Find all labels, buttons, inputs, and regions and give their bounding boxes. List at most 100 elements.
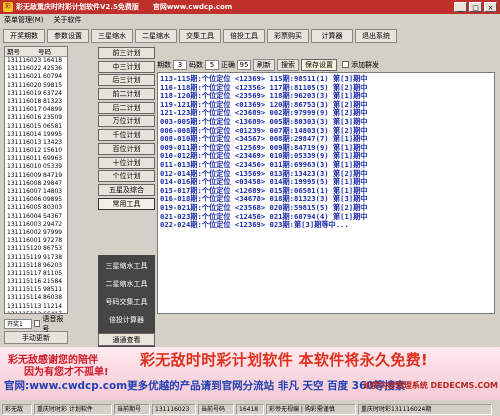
list-item[interactable]: 131116012 15610 xyxy=(5,147,67,155)
list-item[interactable]: 131115113 11214 xyxy=(5,303,67,311)
close-button[interactable]: × xyxy=(484,2,497,12)
menu-about[interactable]: 关于软件 xyxy=(54,15,82,25)
view-all-button[interactable]: 通通查看 xyxy=(98,333,155,346)
plan-button[interactable]: 中三计划 xyxy=(98,60,155,73)
codes-input[interactable]: 5 xyxy=(205,59,219,70)
list-item[interactable]: 131116019 63724 xyxy=(5,90,67,98)
maximize-button[interactable]: □ xyxy=(469,2,482,12)
list-item[interactable]: 131116008 29847 xyxy=(5,180,67,188)
header-number: 号码 xyxy=(38,48,51,56)
list-item[interactable]: 131116013 13423 xyxy=(5,139,67,147)
toolbar-three-star-filter-button[interactable]: 三星缩水 xyxy=(91,28,133,43)
toolbar-two-star-filter-button[interactable]: 二星缩水 xyxy=(135,28,177,43)
toolbar-calculator-button[interactable]: 计算器 xyxy=(311,28,353,43)
plan-button[interactable]: 十位计划 xyxy=(98,156,155,169)
plan-button[interactable]: 五星及综合 xyxy=(98,183,155,196)
list-item[interactable]: 131116021 60794 xyxy=(5,73,67,81)
status-bar: 彩无敌 重庆时时彩 计划软件 当前期号 131116023 当前号码 16418… xyxy=(0,402,500,416)
voice-checkbox[interactable] xyxy=(33,320,41,327)
status-current-number: 16418 xyxy=(236,403,264,415)
list-item-period: 131116019 xyxy=(7,89,42,97)
list-item[interactable]: 131116003 29472 xyxy=(5,221,67,229)
plan-button[interactable]: 个位计划 xyxy=(98,170,155,183)
periods-input[interactable]: 3 xyxy=(173,59,187,70)
refresh-button[interactable]: 刷新 xyxy=(253,58,275,71)
plan-button[interactable]: 前二计划 xyxy=(98,88,155,101)
multiplier-calculator-button[interactable]: 倍投计算器 xyxy=(100,313,153,327)
draw-history-panel: 期号 号码 131116023 16418 131116022 42536 131116… xyxy=(4,46,68,316)
list-item[interactable]: 131116018 81323 xyxy=(5,98,67,106)
plan-button[interactable]: 后三计划 xyxy=(98,74,155,87)
website-link[interactable]: 官网:www.cwdcp.com更多优越的产品请到官网分流站 非凡 天空 百度 … xyxy=(4,378,405,393)
toolbar-settings-button[interactable]: 参数设置 xyxy=(47,28,89,43)
toolbar-buy-lottery-button[interactable]: 彩票购买 xyxy=(267,28,309,43)
list-item-period: 131115120 xyxy=(7,245,42,253)
list-item[interactable]: 131116002 97999 xyxy=(5,229,67,237)
plan-button[interactable]: 常用工具 xyxy=(98,197,155,210)
save-settings-button[interactable]: 保存设置 xyxy=(301,58,337,71)
list-item[interactable]: 131116009 84719 xyxy=(5,172,67,180)
window-controls: _ □ × xyxy=(454,2,497,12)
list-item[interactable]: 131116010 05339 xyxy=(5,163,67,171)
group-send-checkbox[interactable] xyxy=(342,61,349,68)
minimize-button[interactable]: _ xyxy=(454,2,467,12)
list-item[interactable]: 131115119 91738 xyxy=(5,254,67,262)
list-item[interactable]: 131116016 23509 xyxy=(5,114,67,122)
list-item-period: 131115117 xyxy=(7,269,42,277)
draw-source-select[interactable]: 开奖1 xyxy=(4,318,32,329)
toolbar-exit-button[interactable]: 退出系统 xyxy=(355,28,397,43)
periods-label: 期数 xyxy=(157,60,171,69)
list-item[interactable]: 131116005 80303 xyxy=(5,204,67,212)
plan-button[interactable]: 百位计划 xyxy=(98,142,155,155)
list-item[interactable]: 131116022 42536 xyxy=(5,65,67,73)
results-list[interactable]: 113-115期:个位定位 <12369> 115期:98511(1) 第[3]… xyxy=(157,72,495,314)
plan-button[interactable]: 万位计划 xyxy=(98,115,155,128)
draw-history-list[interactable]: 期号 号码 131116023 16418 131116022 42536 131116… xyxy=(4,46,68,314)
list-item[interactable]: 131115114 86038 xyxy=(5,294,67,302)
plan-button[interactable]: 千位计划 xyxy=(98,129,155,142)
intersection-tool-button[interactable]: 号码交集工具 xyxy=(100,295,153,309)
list-item-period: 131116021 xyxy=(7,73,42,81)
list-item[interactable]: 131116006 09895 xyxy=(5,196,67,204)
list-item[interactable]: 131115118 96203 xyxy=(5,262,67,270)
list-item-number: 96203 xyxy=(43,261,63,269)
list-item-number: 81323 xyxy=(43,97,63,105)
toolbar-intersection-button[interactable]: 交集工具 xyxy=(179,28,221,43)
two-star-tool-button[interactable]: 二星缩水工具 xyxy=(100,277,153,291)
list-item[interactable]: 131116011 69963 xyxy=(5,155,67,163)
title-bar: 彩 彩无敌重庆时时彩计划软件V2.5免费版 官网www.cwdcp.com _ … xyxy=(0,0,500,14)
plan-button[interactable]: 前三计划 xyxy=(98,47,155,59)
list-item[interactable]: 131116004 54367 xyxy=(5,213,67,221)
list-item-period: 131116004 xyxy=(7,212,42,220)
status-notice: 彩帝无视编 | 购彩需谨慎 xyxy=(266,403,356,415)
list-item[interactable]: 131116015 06581 xyxy=(5,123,67,131)
filter-controls: 期数 3 码数 5 正确 95 刷新 搜索 保存设置 添加群发 xyxy=(157,58,495,71)
toolbar-multiplier-button[interactable]: 倍投工具 xyxy=(223,28,265,43)
status-product: 重庆时时彩 计划软件 xyxy=(34,403,112,415)
draw-select-row: 开奖1 语音报号 xyxy=(4,315,68,333)
list-item-period: 131116006 xyxy=(7,196,42,204)
three-star-tool-button[interactable]: 三星缩水工具 xyxy=(100,259,153,273)
list-item[interactable]: 131116014 19995 xyxy=(5,131,67,139)
list-item[interactable]: 131116020 59815 xyxy=(5,82,67,90)
list-item[interactable]: 131116001 97278 xyxy=(5,237,67,245)
list-item-period: 131116003 xyxy=(7,220,42,228)
list-item-period: 131116002 xyxy=(7,228,42,236)
list-item[interactable]: 131116017 04899 xyxy=(5,106,67,114)
list-item-period: 131116020 xyxy=(7,81,42,89)
list-item[interactable]: 131115116 21584 xyxy=(5,278,67,286)
list-item[interactable]: 131115115 98511 xyxy=(5,286,67,294)
search-button[interactable]: 搜索 xyxy=(277,58,299,71)
list-item[interactable]: 131116007 14803 xyxy=(5,188,67,196)
plan-buttons: 前三计划 中三计划 后三计划 前二计划 后二计划 万位计划 千位计划 百位计划 十位计划 个位计划… xyxy=(98,47,155,210)
list-item-number: 69963 xyxy=(43,155,63,163)
list-item[interactable]: 131115120 86753 xyxy=(5,245,67,253)
status-app: 彩无敌 xyxy=(2,403,32,415)
list-item[interactable]: 131116023 16418 xyxy=(5,57,67,65)
accuracy-input[interactable]: 95 xyxy=(237,59,251,70)
plan-button[interactable]: 后二计划 xyxy=(98,101,155,114)
list-item[interactable]: 131115117 81105 xyxy=(5,270,67,278)
toolbar-draw-periods-button[interactable]: 开奖期数 xyxy=(3,28,45,43)
menu-manage[interactable]: 菜单管理(M) xyxy=(4,15,44,25)
watermark: 织梦内容管理系统 DEDECMS.COM xyxy=(363,381,498,390)
